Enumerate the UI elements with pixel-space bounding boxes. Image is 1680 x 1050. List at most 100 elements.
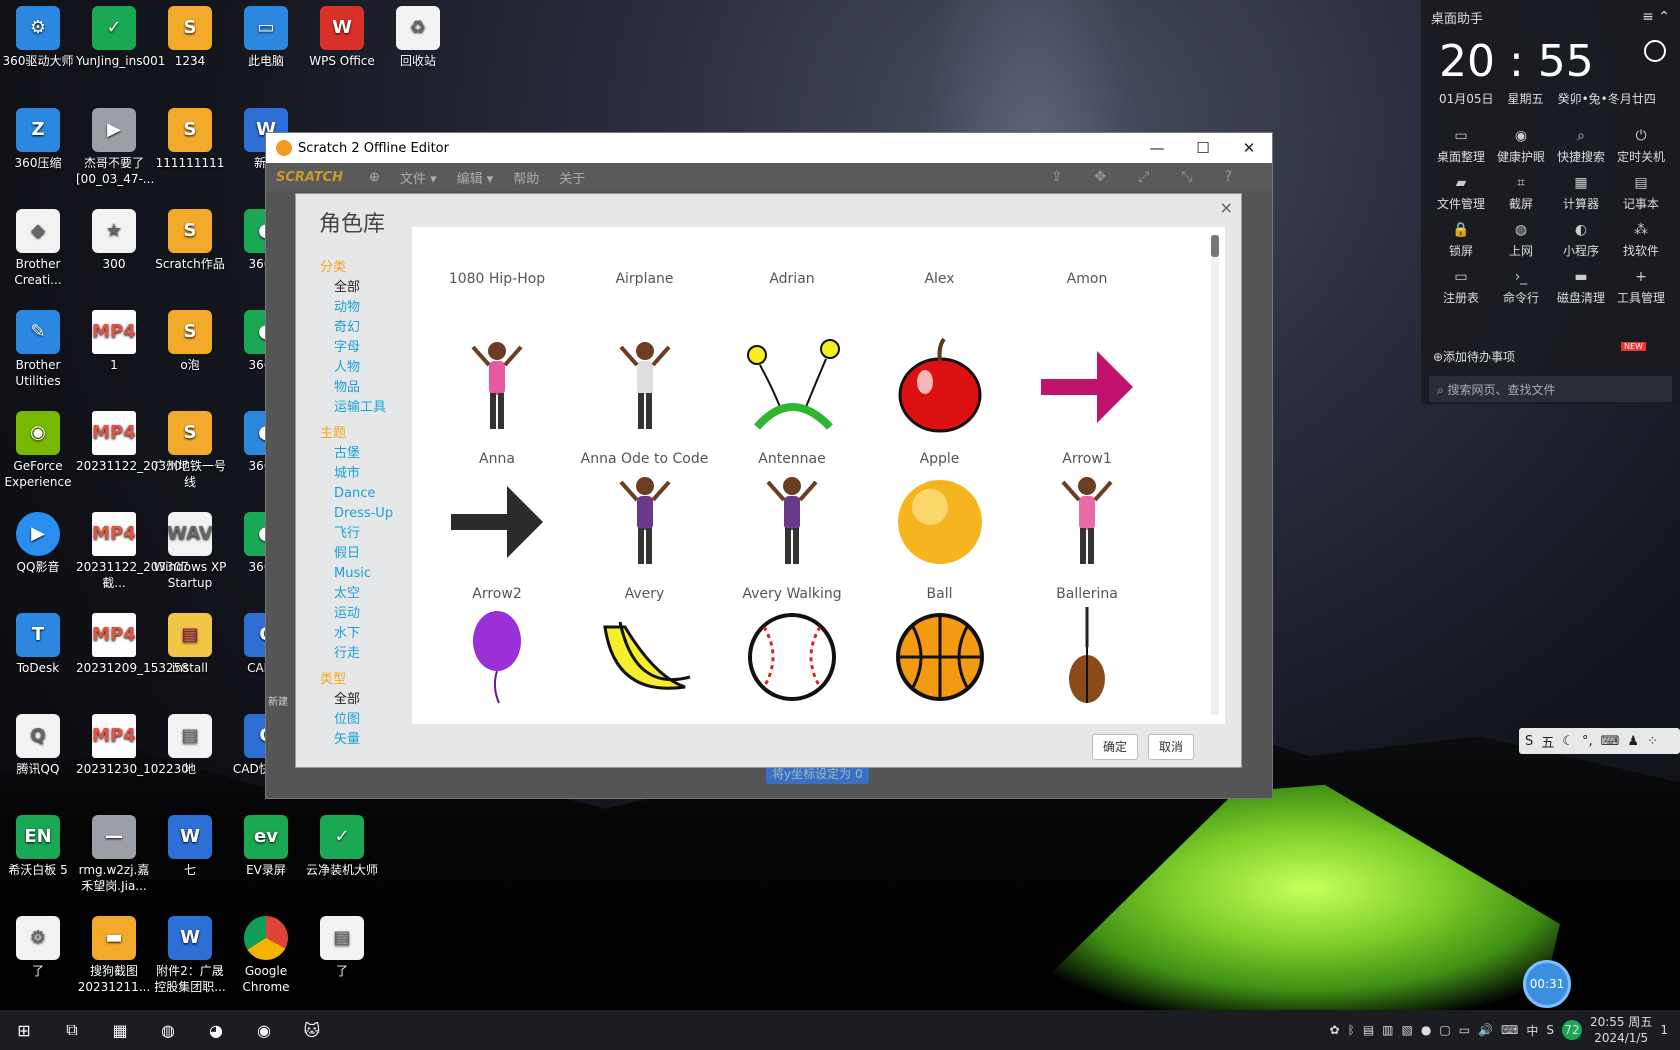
ime-toolbar[interactable]: S 五 ☾ °, ⌨ ♟ ⁘ — [1519, 728, 1680, 754]
desktop-icon[interactable]: ◉ GeForce Experience — [0, 407, 76, 490]
menu-edit[interactable]: 编辑 ▾ — [457, 168, 494, 187]
tray-icon[interactable]: ⌨ — [1501, 1023, 1518, 1037]
sprite-tile[interactable]: Arrow1 — [1012, 327, 1162, 467]
panel-tool-button[interactable]: ▬ 磁盘清理 — [1551, 269, 1611, 306]
panel-search-input[interactable]: ⌕ 搜索网页、查找文件 — [1429, 376, 1672, 402]
desktop-icon[interactable]: ◆ Brother Creati... — [0, 205, 76, 288]
sprite-tile[interactable]: Ballerina — [1012, 462, 1162, 602]
sprite-tile[interactable]: Amon — [1012, 227, 1162, 287]
menu-help[interactable]: 帮助 — [513, 168, 539, 187]
desktop-icon[interactable]: W 附件2：广晟控股集团职... — [152, 912, 228, 995]
panel-tool-button[interactable]: ›_ 命令行 — [1491, 269, 1551, 306]
scrollbar-thumb[interactable] — [1211, 235, 1219, 257]
sprite-tile[interactable]: Antennae — [717, 327, 867, 467]
desktop-icon[interactable]: ⚙ 了 — [0, 912, 76, 979]
desktop-icon[interactable]: ▬ 搜狗截图20231211... — [76, 912, 152, 995]
filter-item[interactable]: 全部 — [320, 278, 410, 298]
taskbar-app-icon[interactable]: ⊞ — [0, 1010, 48, 1050]
desktop-icon[interactable]: ▤ install — [152, 609, 228, 676]
minimize-button[interactable]: — — [1134, 133, 1180, 163]
filter-item[interactable]: 古堡 — [320, 444, 410, 464]
window-titlebar[interactable]: Scratch 2 Offline Editor — ☐ ✕ — [266, 133, 1272, 163]
desktop-icon[interactable]: W七 — [152, 811, 228, 878]
filter-item[interactable]: Dress-Up — [320, 504, 410, 524]
ime-icon[interactable]: °, — [1582, 734, 1593, 749]
ime-icon[interactable]: 五 — [1541, 732, 1554, 751]
panel-tool-button[interactable]: ▰ 文件管理 — [1431, 175, 1491, 212]
sprite-tile[interactable]: Avery — [570, 462, 720, 602]
taskbar-app-icon[interactable]: ◉ — [240, 1010, 288, 1050]
tray-icon[interactable]: ᛒ — [1348, 1023, 1355, 1037]
panel-tool-button[interactable]: + 工具管理 — [1611, 269, 1671, 306]
ime-icon[interactable]: ⁘ — [1647, 734, 1658, 749]
toolbar-tool-icon[interactable]: ⤡ — [1181, 169, 1192, 185]
tray-icon[interactable]: 中 — [1526, 1022, 1538, 1039]
filter-item[interactable]: 运输工具 — [320, 398, 410, 418]
panel-tool-button[interactable]: ▭ 注册表 — [1431, 269, 1491, 306]
desktop-icon[interactable]: S 广州地铁一号线 — [152, 407, 228, 490]
tray-icon[interactable]: ▥ — [1382, 1023, 1393, 1037]
desktop-icon[interactable]: Z 360压缩 — [0, 104, 76, 171]
close-button[interactable]: ✕ — [1226, 133, 1272, 163]
panel-tool-button[interactable]: ⁂ 找软件 — [1611, 222, 1671, 259]
desktop-icon[interactable]: ▤ 了 — [304, 912, 380, 979]
timer-widget[interactable]: 00:31 — [1523, 960, 1571, 1008]
filter-item[interactable]: 飞行 — [320, 524, 410, 544]
sprite-tile[interactable]: Arrow2 — [422, 462, 572, 602]
desktop-icon[interactable]: Q 腾讯QQ — [0, 710, 76, 777]
scrollbar[interactable] — [1211, 235, 1219, 715]
panel-tool-button[interactable]: ▦ 计算器 — [1551, 175, 1611, 212]
sprite-tile[interactable] — [1012, 597, 1162, 724]
desktop-icon[interactable]: MP4 20231230_102230 — [76, 710, 189, 777]
desktop-icon[interactable]: ▭ 此电脑 — [228, 2, 304, 69]
filter-item[interactable]: 水下 — [320, 624, 410, 644]
desktop-icon[interactable]: WAV Windows XP Startup — [152, 508, 228, 591]
desktop-icon[interactable]: ♻ 回收站 — [380, 2, 456, 69]
sprite-tile[interactable]: Adrian — [717, 227, 867, 287]
filter-item[interactable]: 全部 — [320, 690, 410, 710]
taskbar-app-icon[interactable]: 🐱 — [288, 1010, 336, 1050]
taskbar-app-icon[interactable]: ⧉ — [48, 1010, 96, 1050]
weather-sun-icon[interactable] — [1644, 40, 1666, 62]
sprite-tile[interactable] — [570, 597, 720, 724]
toolbar-tool-icon[interactable]: ⇪ — [1051, 169, 1063, 185]
desktop-icon[interactable]: ★ 300 — [76, 205, 152, 272]
desktop-icon[interactable]: — rmg.w2zj.嘉禾望岗.Jia... — [76, 811, 152, 894]
add-todo-button[interactable]: ⊕添加待办事项 — [1433, 348, 1515, 365]
desktop-icon[interactable]: MP4 1 — [76, 306, 152, 373]
filter-item[interactable]: 矢量 — [320, 730, 410, 750]
desktop-icon[interactable]: S 1234 — [152, 2, 228, 69]
toolbar-tool-icon[interactable]: ? — [1225, 169, 1232, 185]
taskbar-app-icon[interactable]: ▦ — [96, 1010, 144, 1050]
panel-tool-button[interactable]: ◍ 上网 — [1491, 222, 1551, 259]
panel-tool-button[interactable]: ⌗ 截屏 — [1491, 175, 1551, 212]
desktop-icon[interactable]: S 111111111 — [152, 104, 228, 171]
filter-item[interactable]: Music — [320, 564, 410, 584]
panel-tool-button[interactable]: ▤ 记事本 — [1611, 175, 1671, 212]
filter-item[interactable]: 运动 — [320, 604, 410, 624]
notification-icon[interactable]: 1 — [1660, 1023, 1668, 1037]
sprite-tile[interactable]: Anna — [422, 327, 572, 467]
desktop-icon[interactable]: Google Chrome — [228, 912, 304, 995]
desktop-icon[interactable]: ⚙ 360驱动大师 — [0, 2, 76, 69]
desktop-icon[interactable]: S Scratch作品 — [152, 205, 228, 272]
toolbar-tool-icon[interactable]: ⤢ — [1138, 169, 1149, 185]
menu-about[interactable]: 关于 — [559, 168, 585, 187]
sprite-tile[interactable]: 1080 Hip-Hop — [422, 227, 572, 287]
sprite-tile[interactable]: Alex — [865, 227, 1015, 287]
cancel-button[interactable]: 取消 — [1148, 734, 1194, 760]
sprite-tile[interactable] — [422, 597, 572, 724]
panel-tool-button[interactable]: ◐ 小程序 — [1551, 222, 1611, 259]
sprite-tile[interactable]: Avery Walking — [717, 462, 867, 602]
filter-item[interactable]: 行走 — [320, 644, 410, 664]
sprite-tile[interactable] — [865, 597, 1015, 724]
tray-icon[interactable]: ▢ — [1439, 1023, 1450, 1037]
sprite-tile[interactable]: Apple — [865, 327, 1015, 467]
filter-item[interactable]: 假日 — [320, 544, 410, 564]
panel-tool-button[interactable]: ▭ 桌面整理 — [1431, 128, 1491, 165]
filter-item[interactable]: 位图 — [320, 710, 410, 730]
desktop-icon[interactable]: EN 希沃白板 5 — [0, 811, 76, 878]
desktop-icon[interactable]: W WPS Office — [304, 2, 380, 69]
desktop-icon[interactable]: ▶ QQ影音 — [0, 508, 76, 575]
tray-icon[interactable]: ▤ — [1363, 1023, 1374, 1037]
